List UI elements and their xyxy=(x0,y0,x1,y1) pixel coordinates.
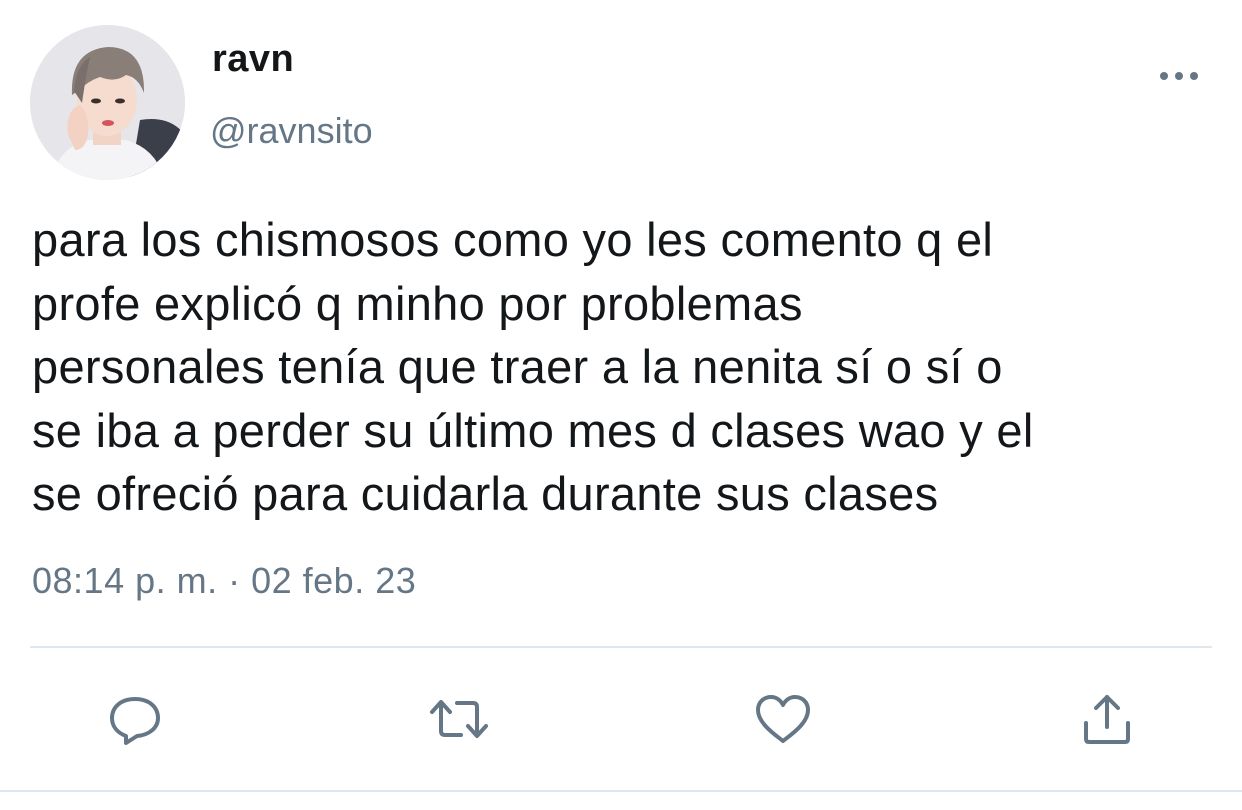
share-button[interactable] xyxy=(1075,687,1139,751)
bottom-divider xyxy=(0,790,1242,792)
display-name[interactable]: ravn xyxy=(212,38,294,81)
avatar[interactable] xyxy=(30,25,185,180)
reply-icon xyxy=(110,697,160,745)
tweet-timestamp[interactable]: 08:14 p. m. · 02 feb. 23 xyxy=(32,560,416,602)
retweet-button[interactable] xyxy=(427,687,491,751)
share-icon xyxy=(1084,695,1130,744)
retweet-icon xyxy=(430,700,488,738)
handle[interactable]: @ravnsito xyxy=(210,110,373,152)
tweet-text: para los chismosos como yo les comento q… xyxy=(32,213,1034,520)
reply-button[interactable] xyxy=(103,687,167,751)
more-options-button[interactable] xyxy=(1152,60,1208,90)
divider xyxy=(30,646,1212,648)
like-icon xyxy=(756,695,810,743)
avatar-photo xyxy=(30,25,185,180)
like-button[interactable] xyxy=(751,687,815,751)
more-options-icon xyxy=(1160,72,1198,80)
